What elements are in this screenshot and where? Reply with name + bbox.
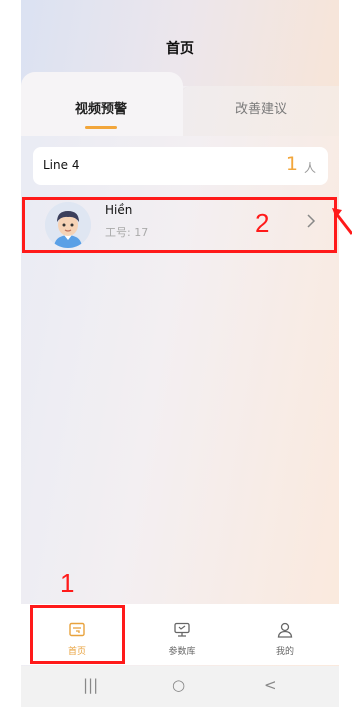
back-button[interactable]: < — [264, 676, 277, 694]
tab-bar: 视频预警 改善建议 — [21, 72, 339, 136]
annotation-box-2 — [22, 197, 337, 253]
annotation-arrow-icon — [332, 208, 352, 235]
line-count: 1 — [285, 153, 298, 175]
line-count-unit: 人 — [303, 161, 316, 175]
annotation-number-1: 1 — [60, 568, 75, 598]
line-label: Line 4 — [43, 158, 80, 172]
annotation-box-1 — [30, 605, 125, 664]
page-title: 首页 — [166, 41, 194, 57]
user-icon — [277, 622, 293, 638]
active-tab-indicator — [85, 126, 117, 129]
nav-me-label: 我的 — [275, 647, 294, 657]
line-card: Line 4 1 人 — [33, 147, 328, 185]
app-screen: 首页 视频预警 改善建议 Line 4 1 人 Hiền 工号: 17 首页 参… — [21, 0, 339, 707]
tab-video-warning[interactable]: 视频预警 — [75, 98, 127, 117]
home-button[interactable]: ○ — [172, 676, 185, 694]
tab-improvement[interactable]: 改善建议 — [235, 98, 287, 117]
recents-button[interactable]: ||| — [83, 676, 98, 694]
annotation-number-2: 2 — [255, 208, 270, 238]
nav-profile[interactable]: 我的 — [255, 622, 315, 657]
nav-db-label: 参数库 — [168, 647, 196, 657]
nav-parameter-library[interactable]: 参数库 — [152, 622, 212, 657]
system-nav-bar: ||| ○ < — [21, 666, 339, 707]
database-icon — [174, 622, 190, 637]
